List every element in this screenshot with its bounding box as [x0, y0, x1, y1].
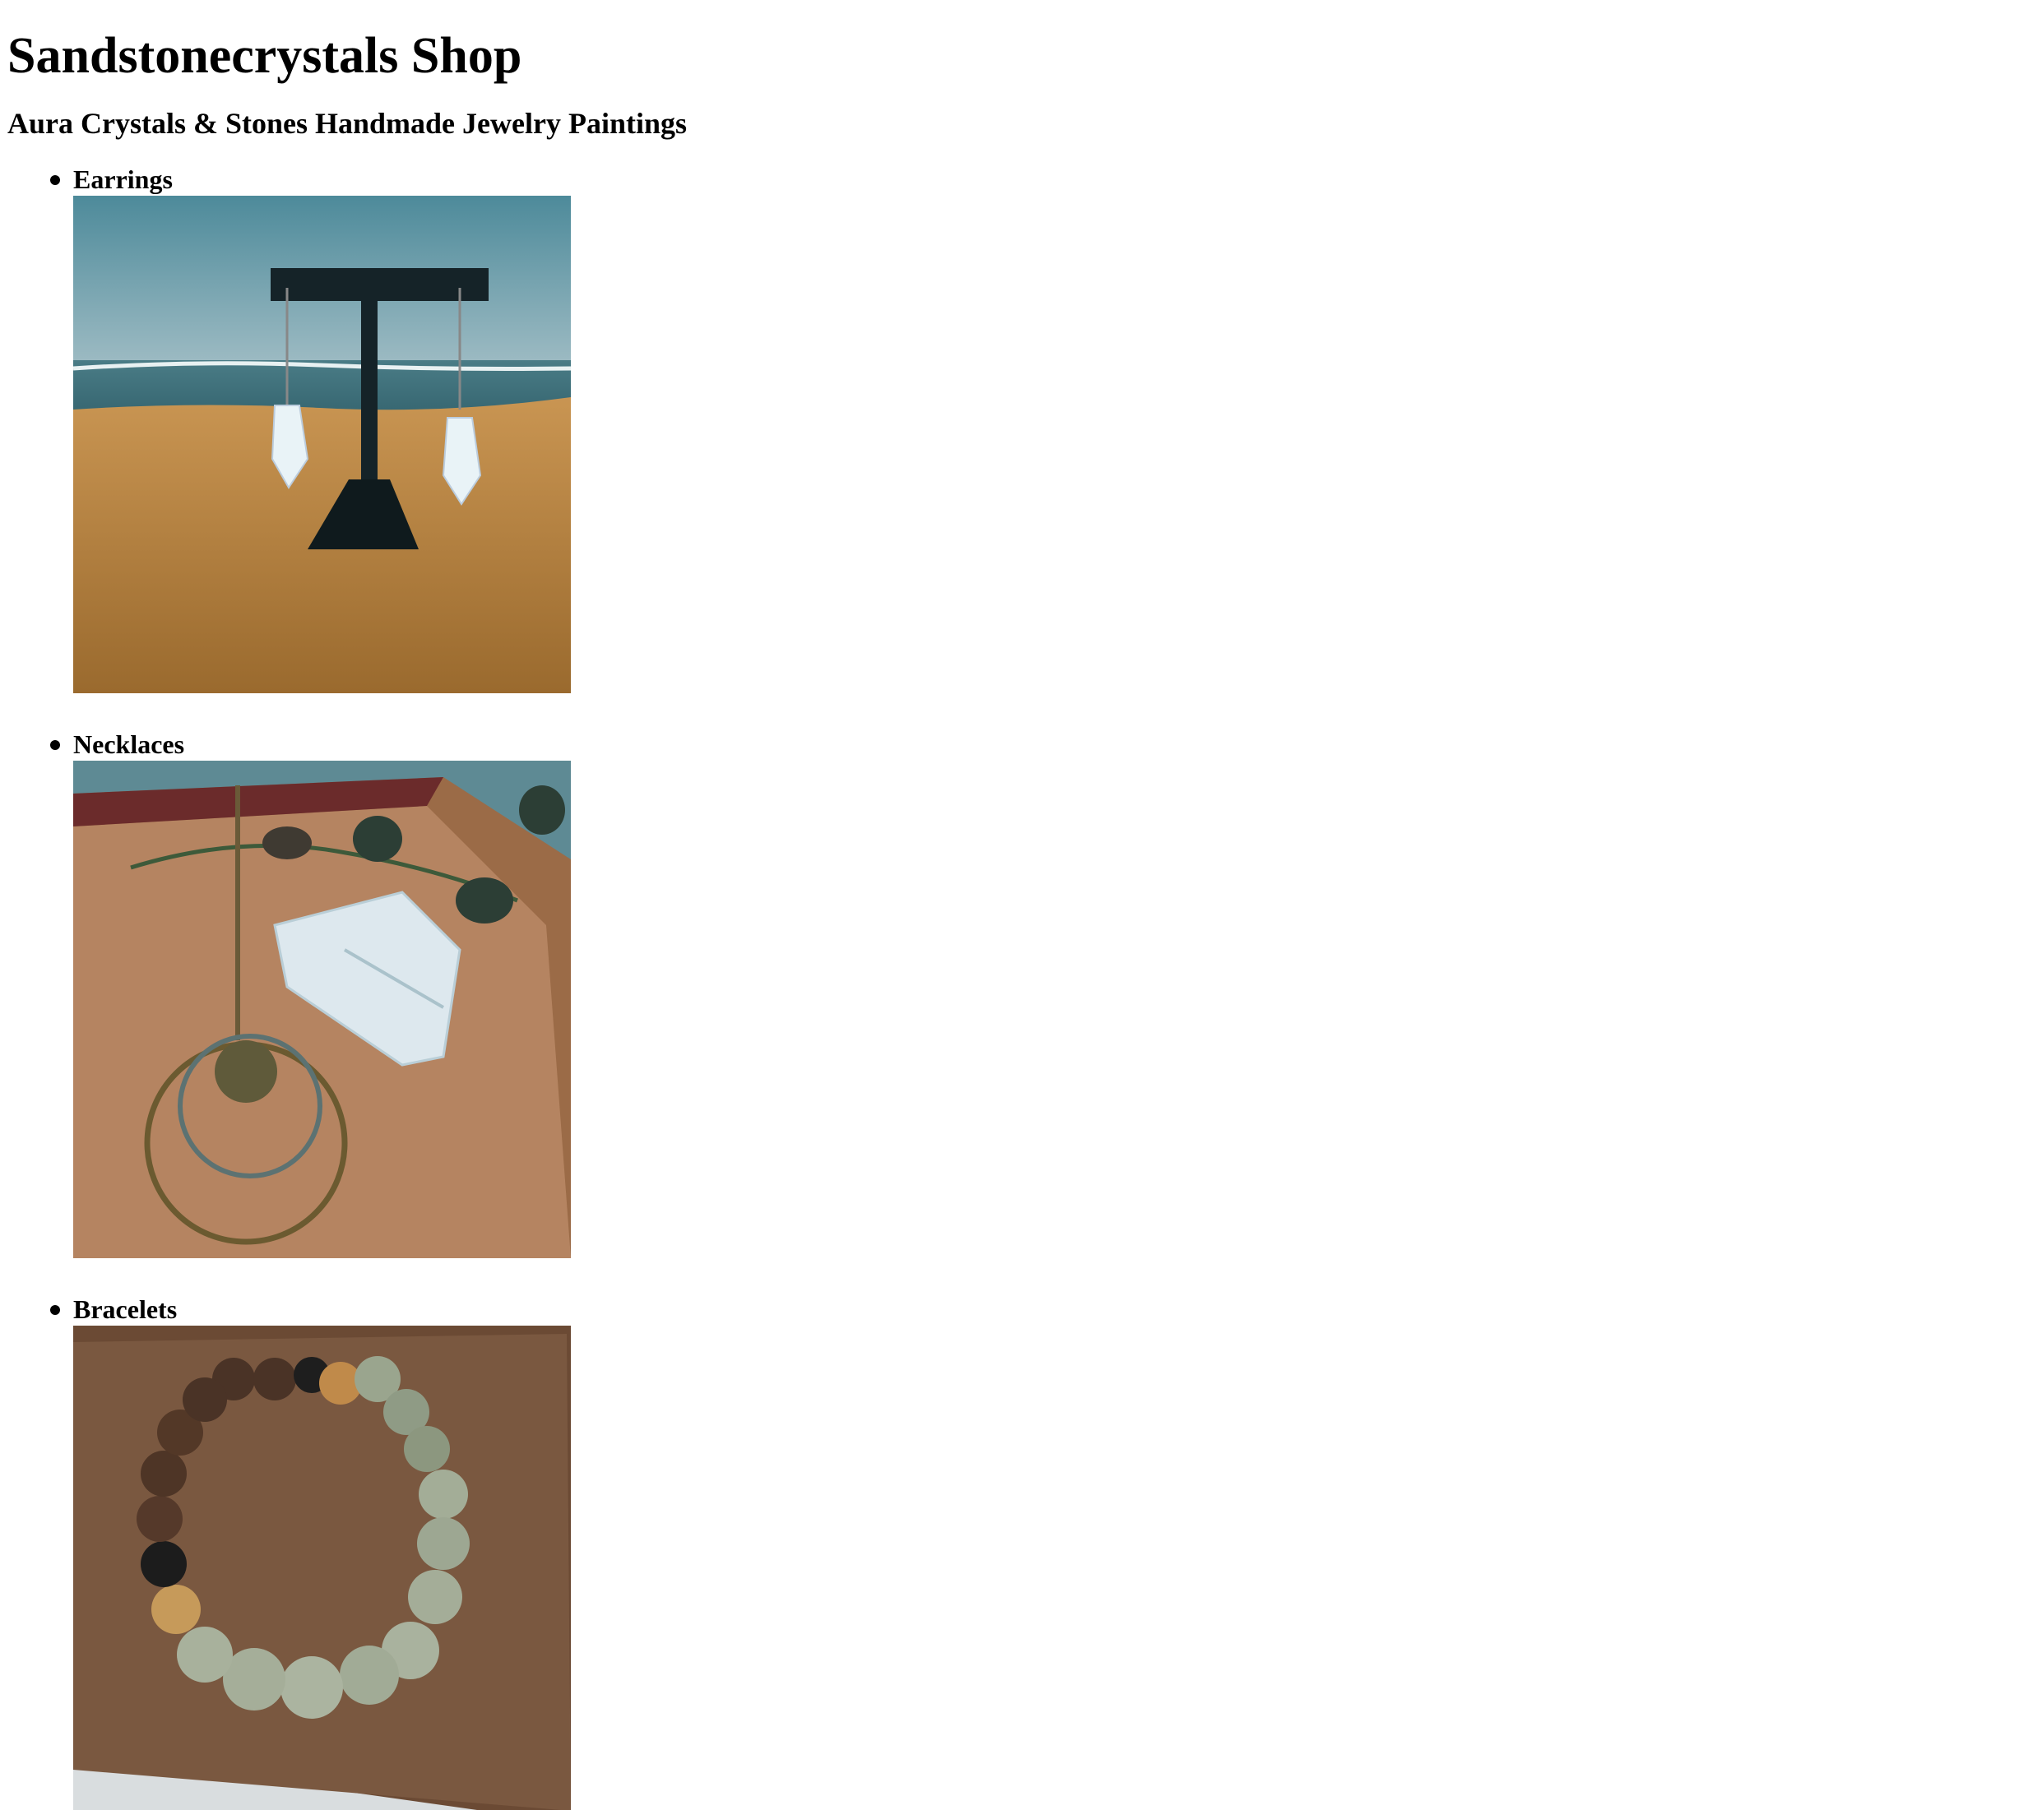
category-item-bracelets[interactable]: Bracelets — [7, 1293, 2044, 1810]
bullet-icon — [50, 175, 60, 185]
bullet-icon — [50, 1305, 60, 1315]
category-label[interactable]: Bracelets — [73, 1293, 2044, 1326]
bullet-icon — [50, 740, 60, 750]
category-list: Earrings Necklaces Bracelets — [7, 163, 2044, 1810]
bracelets-photo[interactable] — [73, 1326, 571, 1810]
necklaces-photo[interactable] — [73, 761, 571, 1258]
site-title: Sandstonecrystals Shop — [7, 28, 522, 84]
category-label[interactable]: Earrings — [73, 163, 2044, 196]
earrings-photo[interactable] — [73, 196, 571, 693]
category-item-earrings[interactable]: Earrings — [7, 163, 2044, 693]
page: Sandstonecrystals Shop Aura Crystals & S… — [0, 0, 2044, 1810]
category-label[interactable]: Necklaces — [73, 728, 2044, 761]
category-item-necklaces[interactable]: Necklaces — [7, 728, 2044, 1258]
site-tagline: Aura Crystals & Stones Handmade Jewelry … — [7, 107, 687, 140]
